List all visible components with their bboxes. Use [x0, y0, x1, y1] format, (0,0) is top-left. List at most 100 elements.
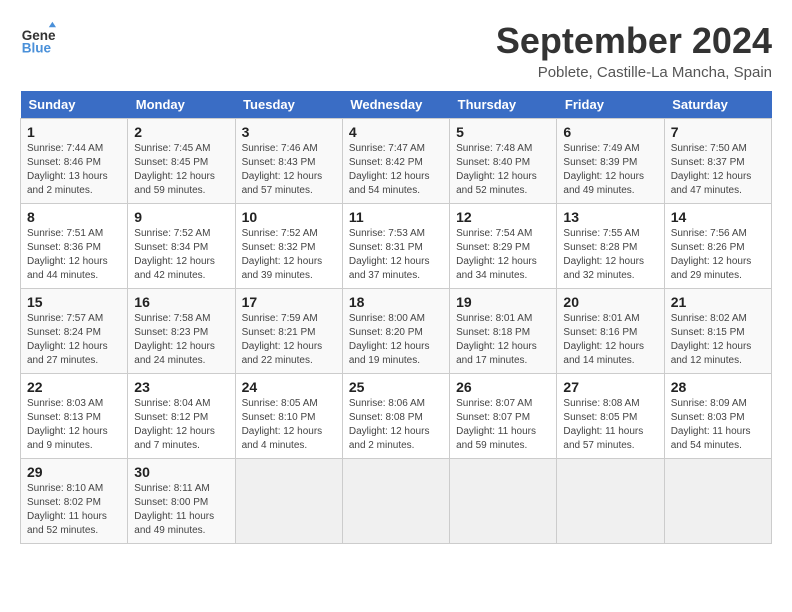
calendar-day-cell: 13 Sunrise: 7:55 AMSunset: 8:28 PMDayligh…: [557, 204, 664, 289]
day-info: Sunrise: 7:56 AMSunset: 8:26 PMDaylight:…: [671, 227, 765, 283]
day-number: 28: [671, 379, 765, 395]
day-info: Sunrise: 8:03 AMSunset: 8:13 PMDaylight:…: [27, 397, 121, 453]
day-info: Sunrise: 8:05 AMSunset: 8:10 PMDaylight:…: [242, 397, 336, 453]
day-info: Sunrise: 7:52 AMSunset: 8:34 PMDaylight:…: [134, 227, 228, 283]
day-info: Sunrise: 7:58 AMSunset: 8:23 PMDaylight:…: [134, 312, 228, 368]
day-number: 20: [563, 294, 657, 310]
day-number: 25: [349, 379, 443, 395]
day-number: 26: [456, 379, 550, 395]
weekday-header-monday: Monday: [128, 91, 235, 119]
day-info: Sunrise: 8:02 AMSunset: 8:15 PMDaylight:…: [671, 312, 765, 368]
day-number: 15: [27, 294, 121, 310]
day-number: 30: [134, 464, 228, 480]
day-number: 18: [349, 294, 443, 310]
day-info: Sunrise: 7:44 AMSunset: 8:46 PMDaylight:…: [27, 142, 121, 198]
day-number: 3: [242, 124, 336, 140]
calendar-day-cell: 18 Sunrise: 8:00 AMSunset: 8:20 PMDayligh…: [342, 289, 449, 374]
calendar-day-cell: [450, 459, 557, 544]
title-section: September 2024 Poblete, Castille-La Manc…: [496, 20, 772, 81]
day-info: Sunrise: 7:54 AMSunset: 8:29 PMDaylight:…: [456, 227, 550, 283]
calendar-day-cell: 4Sunrise: 7:47 AMSunset: 8:42 PMDaylight…: [342, 119, 449, 204]
calendar-day-cell: 23 Sunrise: 8:04 AMSunset: 8:12 PMDayligh…: [128, 374, 235, 459]
calendar-day-cell: 3 Sunrise: 7:46 AMSunset: 8:43 PMDaylight…: [235, 119, 342, 204]
calendar-week-row: 8 Sunrise: 7:51 AMSunset: 8:36 PMDaylight…: [21, 204, 772, 289]
logo: General Blue: [20, 20, 56, 56]
weekday-header-row: SundayMondayTuesdayWednesdayThursdayFrid…: [21, 91, 772, 119]
day-info: Sunrise: 7:48 AMSunset: 8:40 PMDaylight:…: [456, 142, 550, 198]
day-number: 2: [134, 124, 228, 140]
calendar-subtitle: Poblete, Castille-La Mancha, Spain: [496, 64, 772, 81]
calendar-day-cell: 15 Sunrise: 7:57 AMSunset: 8:24 PMDayligh…: [21, 289, 128, 374]
weekday-header-sunday: Sunday: [21, 91, 128, 119]
calendar-week-row: 1 Sunrise: 7:44 AMSunset: 8:46 PMDaylight…: [21, 119, 772, 204]
header: General Blue September 2024 Poblete, Cas…: [20, 20, 772, 81]
day-number: 8: [27, 209, 121, 225]
day-number: 16: [134, 294, 228, 310]
calendar-day-cell: 6 Sunrise: 7:49 AMSunset: 8:39 PMDaylight…: [557, 119, 664, 204]
weekday-header-thursday: Thursday: [450, 91, 557, 119]
calendar-week-row: 29Sunrise: 8:10 AMSunset: 8:02 PMDayligh…: [21, 459, 772, 544]
calendar-week-row: 15 Sunrise: 7:57 AMSunset: 8:24 PMDayligh…: [21, 289, 772, 374]
day-info: Sunrise: 7:53 AMSunset: 8:31 PMDaylight:…: [349, 227, 443, 283]
day-info: Sunrise: 8:04 AMSunset: 8:12 PMDaylight:…: [134, 397, 228, 453]
day-info: Sunrise: 7:59 AMSunset: 8:21 PMDaylight:…: [242, 312, 336, 368]
day-info: Sunrise: 8:08 AMSunset: 8:05 PMDaylight:…: [563, 397, 657, 453]
calendar-day-cell: [235, 459, 342, 544]
calendar-day-cell: 28Sunrise: 8:09 AMSunset: 8:03 PMDayligh…: [664, 374, 771, 459]
calendar-title: September 2024: [496, 20, 772, 62]
day-info: Sunrise: 7:46 AMSunset: 8:43 PMDaylight:…: [242, 142, 336, 198]
calendar-day-cell: 17Sunrise: 7:59 AMSunset: 8:21 PMDayligh…: [235, 289, 342, 374]
calendar-day-cell: [557, 459, 664, 544]
day-info: Sunrise: 7:55 AMSunset: 8:28 PMDaylight:…: [563, 227, 657, 283]
calendar-day-cell: [664, 459, 771, 544]
weekday-header-friday: Friday: [557, 91, 664, 119]
weekday-header-saturday: Saturday: [664, 91, 771, 119]
day-number: 19: [456, 294, 550, 310]
calendar-day-cell: 9 Sunrise: 7:52 AMSunset: 8:34 PMDaylight…: [128, 204, 235, 289]
day-info: Sunrise: 7:52 AMSunset: 8:32 PMDaylight:…: [242, 227, 336, 283]
calendar-day-cell: 27 Sunrise: 8:08 AMSunset: 8:05 PMDayligh…: [557, 374, 664, 459]
day-number: 10: [242, 209, 336, 225]
calendar-day-cell: 11 Sunrise: 7:53 AMSunset: 8:31 PMDayligh…: [342, 204, 449, 289]
svg-text:Blue: Blue: [22, 40, 52, 55]
calendar-day-cell: 10 Sunrise: 7:52 AMSunset: 8:32 PMDayligh…: [235, 204, 342, 289]
calendar-day-cell: 22 Sunrise: 8:03 AMSunset: 8:13 PMDayligh…: [21, 374, 128, 459]
day-info: Sunrise: 7:49 AMSunset: 8:39 PMDaylight:…: [563, 142, 657, 198]
calendar-day-cell: 30 Sunrise: 8:11 AMSunset: 8:00 PMDayligh…: [128, 459, 235, 544]
calendar-day-cell: 14Sunrise: 7:56 AMSunset: 8:26 PMDayligh…: [664, 204, 771, 289]
day-info: Sunrise: 7:51 AMSunset: 8:36 PMDaylight:…: [27, 227, 121, 283]
day-number: 12: [456, 209, 550, 225]
day-info: Sunrise: 8:10 AMSunset: 8:02 PMDaylight:…: [27, 482, 121, 538]
calendar-day-cell: 8 Sunrise: 7:51 AMSunset: 8:36 PMDaylight…: [21, 204, 128, 289]
day-info: Sunrise: 8:06 AMSunset: 8:08 PMDaylight:…: [349, 397, 443, 453]
day-info: Sunrise: 7:45 AMSunset: 8:45 PMDaylight:…: [134, 142, 228, 198]
day-number: 13: [563, 209, 657, 225]
calendar-day-cell: 24 Sunrise: 8:05 AMSunset: 8:10 PMDayligh…: [235, 374, 342, 459]
day-info: Sunrise: 8:01 AMSunset: 8:16 PMDaylight:…: [563, 312, 657, 368]
day-number: 24: [242, 379, 336, 395]
day-number: 1: [27, 124, 121, 140]
day-number: 22: [27, 379, 121, 395]
day-number: 23: [134, 379, 228, 395]
day-info: Sunrise: 8:11 AMSunset: 8:00 PMDaylight:…: [134, 482, 228, 538]
logo-icon: General Blue: [20, 20, 56, 56]
day-number: 9: [134, 209, 228, 225]
day-info: Sunrise: 8:07 AMSunset: 8:07 PMDaylight:…: [456, 397, 550, 453]
calendar-day-cell: 2 Sunrise: 7:45 AMSunset: 8:45 PMDaylight…: [128, 119, 235, 204]
day-number: 11: [349, 209, 443, 225]
calendar-day-cell: 5Sunrise: 7:48 AMSunset: 8:40 PMDaylight…: [450, 119, 557, 204]
calendar-day-cell: [342, 459, 449, 544]
weekday-header-tuesday: Tuesday: [235, 91, 342, 119]
calendar-day-cell: 29Sunrise: 8:10 AMSunset: 8:02 PMDayligh…: [21, 459, 128, 544]
day-number: 6: [563, 124, 657, 140]
calendar-day-cell: 16 Sunrise: 7:58 AMSunset: 8:23 PMDayligh…: [128, 289, 235, 374]
calendar-day-cell: 26 Sunrise: 8:07 AMSunset: 8:07 PMDayligh…: [450, 374, 557, 459]
calendar-week-row: 22 Sunrise: 8:03 AMSunset: 8:13 PMDayligh…: [21, 374, 772, 459]
day-number: 27: [563, 379, 657, 395]
calendar-day-cell: 1 Sunrise: 7:44 AMSunset: 8:46 PMDaylight…: [21, 119, 128, 204]
calendar-day-cell: 7Sunrise: 7:50 AMSunset: 8:37 PMDaylight…: [664, 119, 771, 204]
day-info: Sunrise: 7:57 AMSunset: 8:24 PMDaylight:…: [27, 312, 121, 368]
calendar-day-cell: 21Sunrise: 8:02 AMSunset: 8:15 PMDayligh…: [664, 289, 771, 374]
day-info: Sunrise: 8:00 AMSunset: 8:20 PMDaylight:…: [349, 312, 443, 368]
day-info: Sunrise: 7:47 AMSunset: 8:42 PMDaylight:…: [349, 142, 443, 198]
